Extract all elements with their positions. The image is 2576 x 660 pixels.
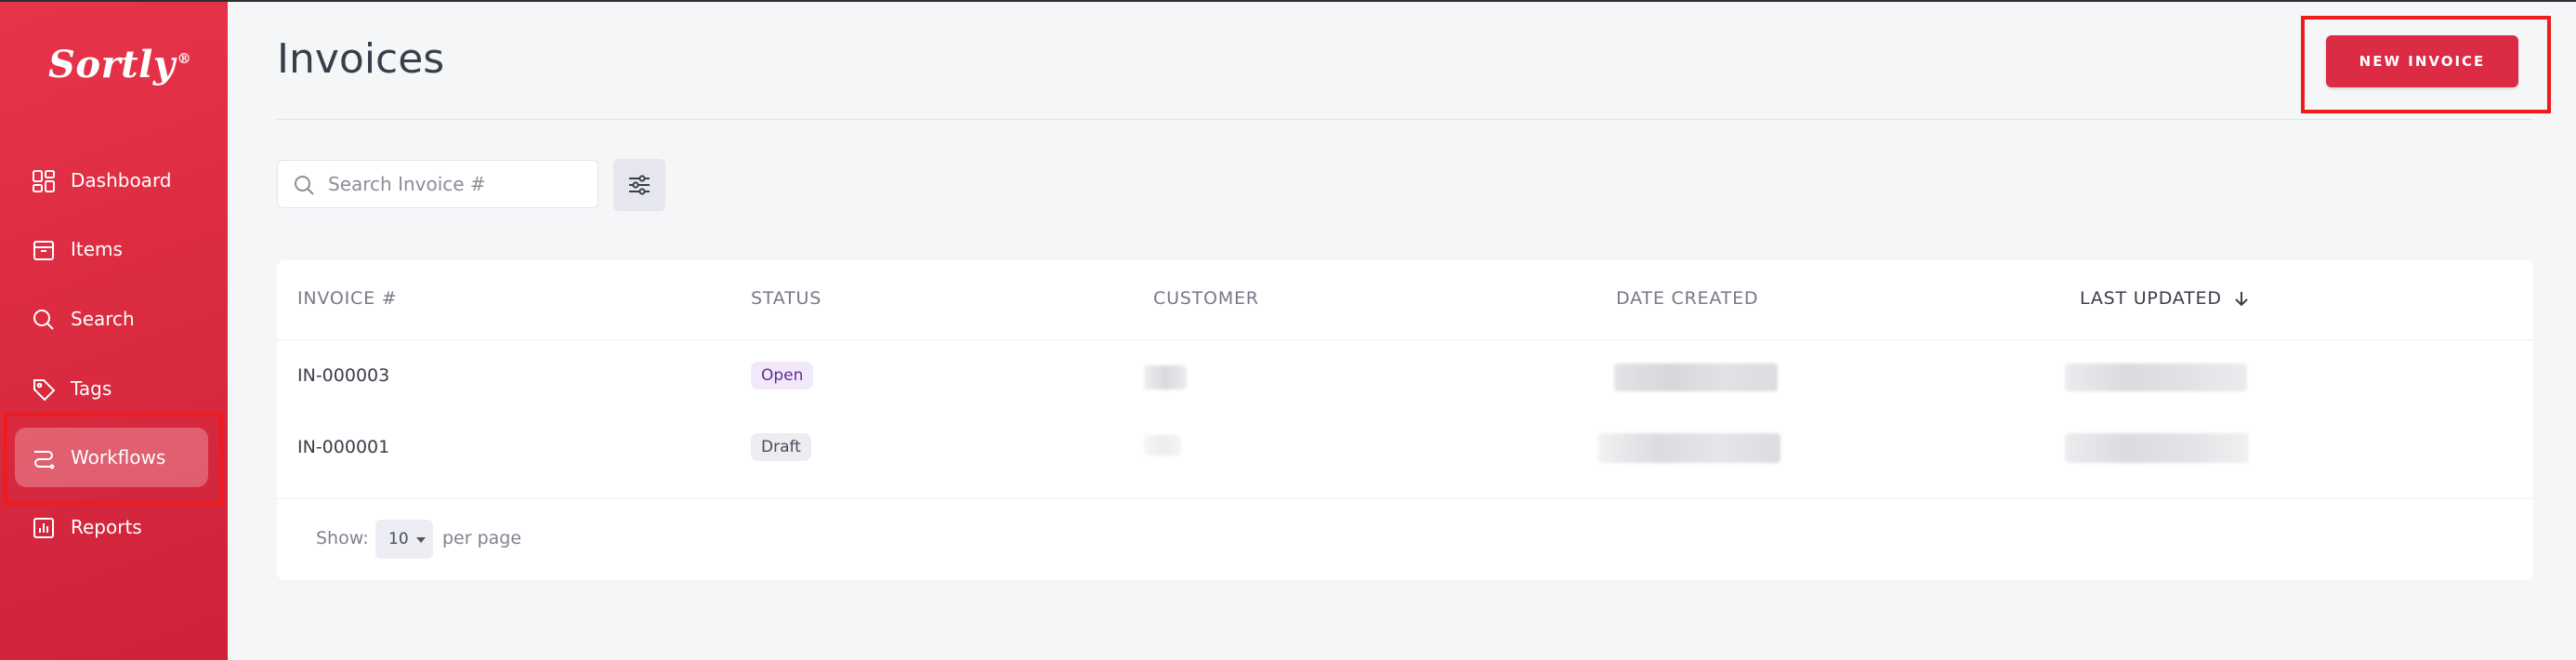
status-badge: Open [751, 362, 814, 389]
sidebar-item-label: Tags [71, 377, 112, 400]
search-icon [33, 310, 54, 330]
status-badge: Draft [751, 433, 811, 461]
sidebar-item-label: Dashboard [71, 169, 172, 191]
tag-icon [33, 379, 56, 402]
column-header-status[interactable]: STATUS [751, 288, 821, 309]
sidebar-item-search[interactable]: Search [15, 289, 208, 349]
sidebar-item-reports[interactable]: Reports [15, 497, 208, 557]
show-label: Show: [316, 528, 369, 548]
search-input[interactable] [328, 170, 588, 198]
arrow-down-icon [2234, 292, 2248, 307]
last-updated-redacted [2065, 363, 2247, 391]
page-title: Invoices [277, 35, 445, 83]
search-field[interactable] [277, 160, 598, 208]
table-header-divider [277, 339, 2533, 340]
customer-redacted [1144, 435, 1181, 455]
sidebar-item-label: Reports [71, 516, 142, 538]
sidebar-item-label: Items [71, 238, 123, 260]
invoice-number[interactable]: IN-000001 [297, 437, 389, 457]
column-header-customer[interactable]: CUSTOMER [1153, 288, 1259, 309]
sortly-logo[interactable]: Sortly ® [48, 43, 191, 86]
per-page-label: per page [442, 528, 522, 548]
column-header-date-created[interactable]: DATE CREATED [1616, 288, 1758, 309]
workflows-highlight-box [4, 413, 223, 506]
window-top-border [0, 0, 2576, 2]
column-header-invoice[interactable]: INVOICE # [297, 288, 397, 309]
chevron-down-icon [416, 537, 426, 543]
reports-icon [33, 518, 54, 538]
sidebar: Sortly ® Dashboard Items Search Tags Work… [0, 0, 228, 660]
table-footer-divider [277, 498, 2533, 499]
sidebar-item-dashboard[interactable]: Dashboard [15, 151, 208, 210]
sidebar-item-items[interactable]: Items [15, 219, 208, 279]
header-divider [277, 119, 2533, 120]
new-invoice-highlight-box [2301, 16, 2551, 113]
column-header-last-updated[interactable]: LAST UPDATED [2080, 288, 2249, 309]
invoice-number[interactable]: IN-000003 [297, 365, 389, 386]
date-created-redacted [1614, 363, 1778, 391]
sliders-icon [629, 175, 650, 195]
sidebar-item-label: Search [71, 308, 135, 330]
last-updated-redacted [2065, 433, 2249, 463]
per-page-select[interactable]: 10 [375, 520, 433, 559]
dashboard-icon [33, 170, 55, 192]
items-icon [33, 241, 54, 260]
filter-button[interactable] [613, 159, 665, 211]
customer-redacted [1144, 365, 1187, 389]
date-created-redacted [1598, 433, 1781, 463]
sidebar-item-tags[interactable]: Tags [15, 359, 208, 418]
search-icon [295, 176, 314, 195]
